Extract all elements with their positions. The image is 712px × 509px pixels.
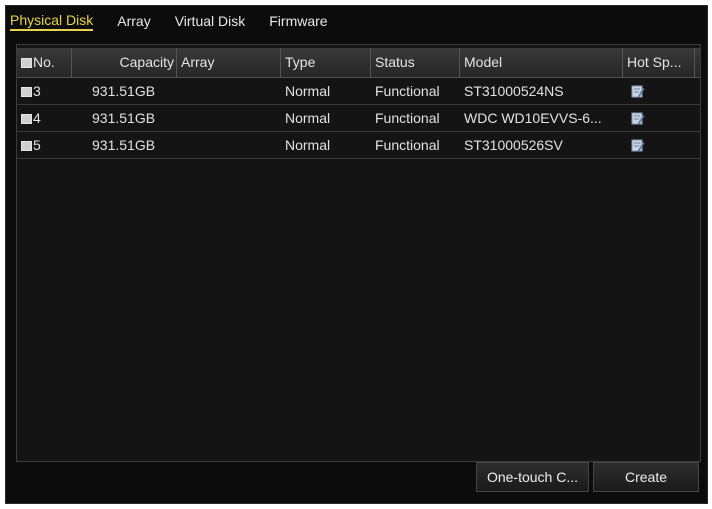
row-type: Normal bbox=[285, 137, 331, 153]
column-array[interactable]: Array bbox=[177, 48, 281, 77]
row-model: ST31000524NS bbox=[464, 83, 564, 99]
row-model: ST31000526SV bbox=[464, 137, 563, 153]
row-hot-spare bbox=[623, 105, 695, 131]
tab-physical-disk[interactable]: Physical Disk bbox=[10, 12, 94, 31]
row-no-cell: 5 bbox=[17, 132, 72, 158]
row-model: WDC WD10EVVS-6... bbox=[464, 110, 602, 126]
row-array bbox=[177, 105, 281, 131]
row-checkbox[interactable] bbox=[21, 141, 32, 151]
column-hot-spare[interactable]: Hot Sp... bbox=[623, 48, 695, 77]
row-checkbox[interactable] bbox=[21, 87, 32, 97]
row-status: Functional bbox=[375, 137, 440, 153]
tab-bar: Physical Disk Array Virtual Disk Firmwar… bbox=[6, 6, 707, 36]
row-no: 4 bbox=[33, 110, 41, 126]
table-row[interactable]: 5 931.51GB Normal Functional ST31000526S… bbox=[17, 132, 700, 159]
create-button[interactable]: Create bbox=[593, 462, 699, 492]
row-capacity: 931.51GB bbox=[92, 137, 156, 153]
column-no[interactable]: No. bbox=[17, 48, 72, 77]
row-status: Functional bbox=[375, 83, 440, 99]
select-all-checkbox[interactable] bbox=[21, 58, 32, 68]
column-status[interactable]: Status bbox=[371, 48, 460, 77]
column-capacity[interactable]: Capacity bbox=[72, 48, 177, 77]
edit-icon[interactable] bbox=[631, 134, 645, 160]
one-touch-create-button[interactable]: One-touch C... bbox=[476, 462, 589, 492]
row-hot-spare bbox=[623, 78, 695, 104]
row-capacity: 931.51GB bbox=[92, 83, 156, 99]
tab-array[interactable]: Array bbox=[117, 13, 150, 30]
storage-window: Physical Disk Array Virtual Disk Firmwar… bbox=[5, 5, 708, 504]
edit-icon[interactable] bbox=[631, 80, 645, 106]
column-no-label: No. bbox=[33, 54, 55, 70]
disk-table: No. Capacity Array Type Status Model Hot… bbox=[16, 44, 701, 462]
tab-virtual-disk[interactable]: Virtual Disk bbox=[175, 13, 246, 30]
row-no-cell: 4 bbox=[17, 105, 72, 131]
table-header: No. Capacity Array Type Status Model Hot… bbox=[17, 48, 700, 78]
row-no: 5 bbox=[33, 137, 41, 153]
table-row[interactable]: 4 931.51GB Normal Functional WDC WD10EVV… bbox=[17, 105, 700, 132]
column-model[interactable]: Model bbox=[460, 48, 623, 77]
row-array bbox=[177, 132, 281, 158]
edit-icon[interactable] bbox=[631, 107, 645, 133]
row-no-cell: 3 bbox=[17, 78, 72, 104]
row-type: Normal bbox=[285, 110, 331, 126]
row-hot-spare bbox=[623, 132, 695, 158]
row-capacity: 931.51GB bbox=[92, 110, 156, 126]
row-checkbox[interactable] bbox=[21, 114, 32, 124]
column-type[interactable]: Type bbox=[281, 48, 371, 77]
row-status: Functional bbox=[375, 110, 440, 126]
row-array bbox=[177, 78, 281, 104]
tab-firmware[interactable]: Firmware bbox=[269, 13, 327, 30]
row-no: 3 bbox=[33, 83, 41, 99]
table-row[interactable]: 3 931.51GB Normal Functional ST31000524N… bbox=[17, 78, 700, 105]
row-type: Normal bbox=[285, 83, 331, 99]
